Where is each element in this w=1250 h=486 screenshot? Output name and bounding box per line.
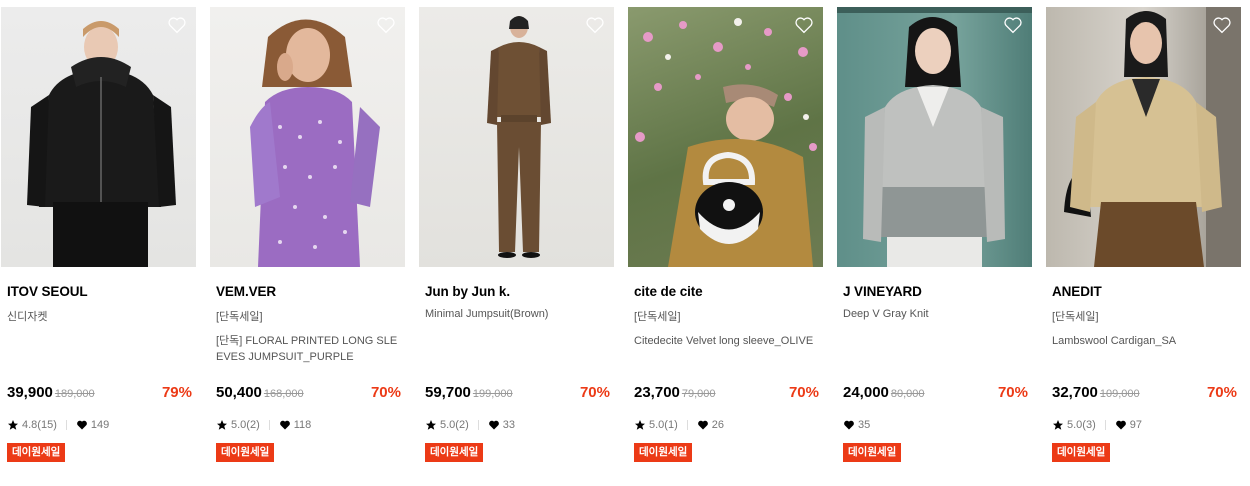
likes-count: 149 bbox=[90, 419, 110, 431]
product-brand[interactable]: ANEDIT bbox=[1052, 284, 1102, 299]
wishlist-heart-icon[interactable] bbox=[1212, 16, 1232, 34]
likes-count: 35 bbox=[858, 419, 871, 431]
heart-filled-icon bbox=[1115, 420, 1126, 430]
product-name[interactable]: [단독세일] bbox=[634, 308, 681, 324]
product-image[interactable] bbox=[419, 7, 614, 267]
product-price: 24,000 80,000 bbox=[843, 384, 925, 401]
divider bbox=[1104, 420, 1106, 430]
product-brand[interactable]: VEM.VER bbox=[216, 284, 276, 299]
heart-filled-icon bbox=[488, 420, 499, 430]
rating-text: 4.8(15) bbox=[22, 419, 57, 431]
product-name[interactable]: 신디자켓 bbox=[7, 308, 47, 324]
product-name[interactable]: Minimal Jumpsuit(Brown) bbox=[425, 308, 548, 320]
likes-count: 97 bbox=[1129, 419, 1142, 431]
product-stats: 5.0(2) 118 bbox=[216, 419, 311, 431]
discount-rate: 70% bbox=[1206, 384, 1237, 401]
rating-text: 5.0(3) bbox=[1067, 419, 1096, 431]
product-stats: 5.0(3) 97 bbox=[1052, 419, 1142, 431]
product-grid: ITOV SEOUL 신디자켓 39,900 189,000 79% 4.8(15… bbox=[0, 0, 1250, 486]
sale-badge: 데이원세일 bbox=[843, 443, 902, 462]
original-price: 80,000 bbox=[890, 388, 925, 400]
discount-rate: 70% bbox=[579, 384, 610, 401]
product-card[interactable]: Jun by Jun k. Minimal Jumpsuit(Brown) 59… bbox=[419, 7, 614, 477]
original-price: 79,000 bbox=[681, 388, 716, 400]
sale-price: 24,000 bbox=[843, 384, 889, 401]
discount-rate: 70% bbox=[997, 384, 1028, 401]
heart-filled-icon bbox=[279, 420, 290, 430]
product-name[interactable]: [단독세일] bbox=[216, 308, 263, 324]
star-icon bbox=[635, 420, 645, 430]
sale-price: 50,400 bbox=[216, 384, 262, 401]
sale-badge: 데이원세일 bbox=[634, 443, 693, 462]
sale-price: 59,700 bbox=[425, 384, 471, 401]
rating-text: 5.0(2) bbox=[231, 419, 260, 431]
product-image[interactable] bbox=[1, 7, 196, 267]
sale-price: 39,900 bbox=[7, 384, 53, 401]
product-price: 32,700 109,000 bbox=[1052, 384, 1140, 401]
divider bbox=[686, 420, 688, 430]
product-price: 39,900 189,000 bbox=[7, 384, 95, 401]
original-price: 109,000 bbox=[1099, 388, 1140, 400]
wishlist-heart-icon[interactable] bbox=[1003, 16, 1023, 34]
product-card[interactable]: VEM.VER [단독세일] [단독] FLORAL PRINTED LONG … bbox=[210, 7, 405, 477]
product-card[interactable]: cite de cite [단독세일] Citedecite Velvet lo… bbox=[628, 7, 823, 477]
product-image[interactable] bbox=[837, 7, 1032, 267]
discount-rate: 79% bbox=[161, 384, 192, 401]
rating-text: 5.0(1) bbox=[649, 419, 678, 431]
product-subname[interactable]: [단독] FLORAL PRINTED LONG SLEEVES JUMPSUI… bbox=[216, 333, 401, 365]
likes-count: 118 bbox=[293, 419, 312, 431]
sale-price: 23,700 bbox=[634, 384, 680, 401]
original-price: 168,000 bbox=[263, 388, 304, 400]
wishlist-heart-icon[interactable] bbox=[167, 16, 187, 34]
product-stats: 4.8(15) 149 bbox=[7, 419, 109, 431]
original-price: 199,000 bbox=[472, 388, 513, 400]
product-card[interactable]: ANEDIT [단독세일] Lambswool Cardigan_SA 32,7… bbox=[1046, 7, 1241, 477]
product-name[interactable]: [단독세일] bbox=[1052, 308, 1099, 324]
product-price: 59,700 199,000 bbox=[425, 384, 513, 401]
product-price: 50,400 168,000 bbox=[216, 384, 304, 401]
star-icon bbox=[8, 420, 18, 430]
product-card[interactable]: J VINEYARD Deep V Gray Knit 24,000 80,000… bbox=[837, 7, 1032, 477]
wishlist-heart-icon[interactable] bbox=[376, 16, 396, 34]
product-stats: 5.0(2) 33 bbox=[425, 419, 515, 431]
product-subname[interactable]: Lambswool Cardigan_SA bbox=[1052, 333, 1237, 349]
sale-badge: 데이원세일 bbox=[216, 443, 275, 462]
discount-rate: 70% bbox=[370, 384, 401, 401]
heart-filled-icon bbox=[697, 420, 708, 430]
product-stats: 5.0(1) 26 bbox=[634, 419, 724, 431]
rating-text: 5.0(2) bbox=[440, 419, 469, 431]
product-price: 23,700 79,000 bbox=[634, 384, 716, 401]
product-image[interactable] bbox=[210, 7, 405, 267]
product-stats: 35 bbox=[843, 419, 870, 431]
product-subname[interactable]: Citedecite Velvet long sleeve_OLIVE bbox=[634, 333, 819, 349]
wishlist-heart-icon[interactable] bbox=[585, 16, 605, 34]
sale-badge: 데이원세일 bbox=[7, 443, 66, 462]
product-name[interactable]: Deep V Gray Knit bbox=[843, 308, 929, 320]
product-brand[interactable]: J VINEYARD bbox=[843, 284, 922, 299]
product-brand[interactable]: Jun by Jun k. bbox=[425, 284, 510, 299]
product-image[interactable] bbox=[1046, 7, 1241, 267]
sale-badge: 데이원세일 bbox=[425, 443, 484, 462]
sale-price: 32,700 bbox=[1052, 384, 1098, 401]
sale-badge: 데이원세일 bbox=[1052, 443, 1111, 462]
product-brand[interactable]: cite de cite bbox=[634, 284, 703, 299]
likes-count: 33 bbox=[502, 419, 515, 431]
heart-filled-icon bbox=[844, 420, 854, 430]
discount-rate: 70% bbox=[788, 384, 819, 401]
likes-count: 26 bbox=[711, 419, 724, 431]
divider bbox=[477, 420, 479, 430]
star-icon bbox=[1053, 420, 1063, 430]
product-brand[interactable]: ITOV SEOUL bbox=[7, 284, 88, 299]
wishlist-heart-icon[interactable] bbox=[794, 16, 814, 34]
star-icon bbox=[426, 420, 436, 430]
divider bbox=[65, 420, 67, 430]
original-price: 189,000 bbox=[54, 388, 95, 400]
divider bbox=[268, 420, 270, 430]
heart-filled-icon bbox=[76, 420, 87, 430]
product-card[interactable]: ITOV SEOUL 신디자켓 39,900 189,000 79% 4.8(15… bbox=[1, 7, 196, 477]
product-image[interactable] bbox=[628, 7, 823, 267]
star-icon bbox=[217, 420, 227, 430]
